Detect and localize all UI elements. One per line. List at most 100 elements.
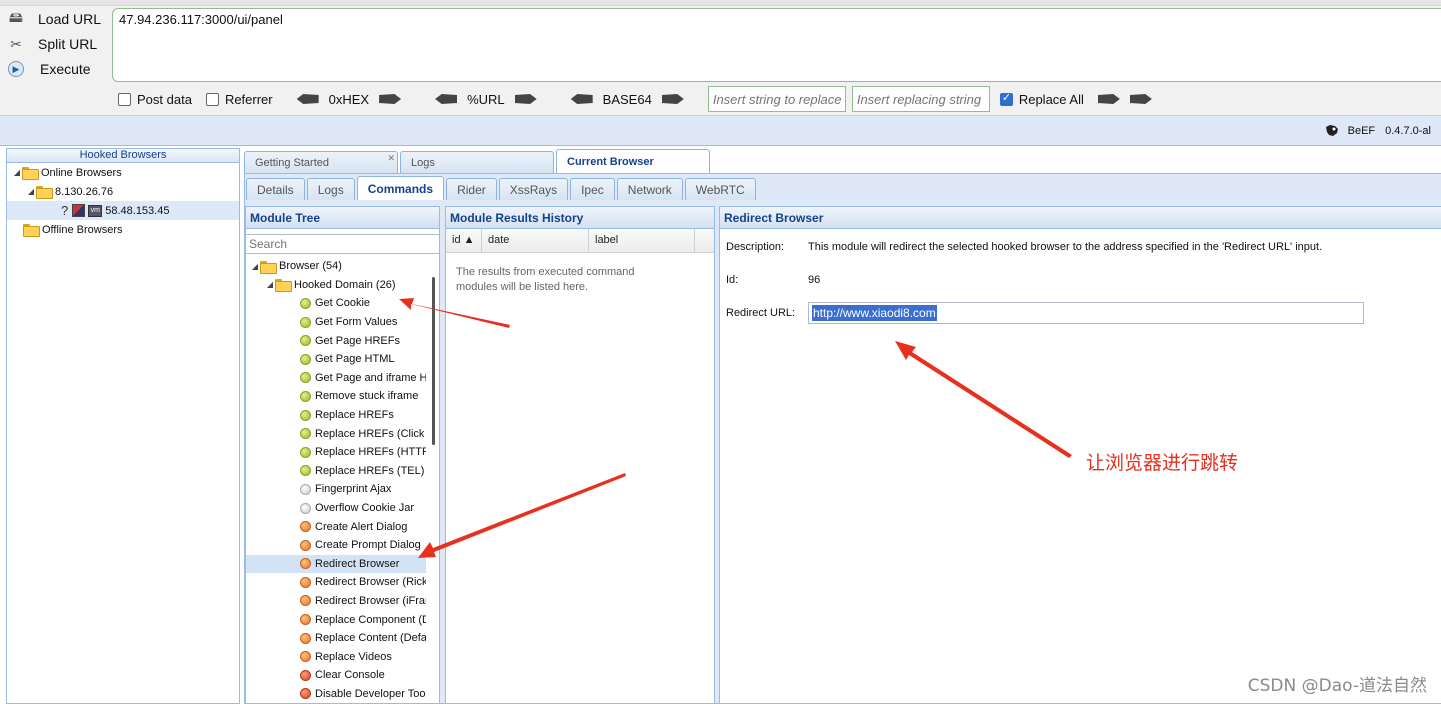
module-items: Get Cookie Get Form Values Get Page HREFs G… xyxy=(246,294,426,703)
tree-node-hooked-domain[interactable]: ◢ Hooked Domain (26) xyxy=(246,276,426,295)
module-item-label: Remove stuck iframe xyxy=(315,390,419,403)
replace-arrow-icon[interactable] xyxy=(1097,94,1120,104)
module-item[interactable]: Get Form Values xyxy=(246,313,426,332)
tab-getting-started[interactable]: Getting Started ✕ xyxy=(244,151,398,173)
green-status-dot-icon xyxy=(300,446,311,458)
orange-status-dot-icon xyxy=(300,539,311,551)
collapse-triangle-icon[interactable]: ◢ xyxy=(13,168,21,177)
tree-scrollbar[interactable] xyxy=(432,277,435,445)
column-date[interactable]: date xyxy=(482,229,589,252)
module-search-input[interactable] xyxy=(246,234,439,254)
load-url-button[interactable]: 🖴 Load URL xyxy=(6,8,101,30)
tab-label: Logs xyxy=(317,182,344,197)
tab-rider[interactable]: Rider xyxy=(446,178,497,200)
url-decode-arrow-icon[interactable] xyxy=(435,94,458,104)
referrer-checkbox[interactable]: Referrer xyxy=(205,91,273,107)
redirect-url-input[interactable]: http://www.xiaodi8.com xyxy=(808,302,1364,324)
tab-logs[interactable]: Logs xyxy=(400,151,554,173)
collapse-triangle-icon[interactable]: ◢ xyxy=(251,262,259,271)
redirect-url-row: Redirect URL: http://www.xiaodi8.com xyxy=(726,302,1364,324)
split-url-button[interactable]: ✂ Split URL xyxy=(6,33,97,55)
folder-icon xyxy=(36,186,53,199)
tree-host[interactable]: ◢ 8.130.26.76 xyxy=(7,182,239,201)
module-item-label: Get Cookie xyxy=(315,297,371,310)
tab-label: Details xyxy=(257,182,294,197)
column-label[interactable]: label xyxy=(589,229,695,252)
red-status-dot-icon xyxy=(300,688,311,700)
module-item[interactable]: Create Alert Dialog xyxy=(246,517,426,536)
module-item[interactable]: Create Prompt Dialog xyxy=(246,536,426,555)
split-url-label: Split URL xyxy=(38,36,98,52)
url-encoder: %URL xyxy=(425,92,547,107)
folder-icon xyxy=(23,224,40,237)
module-item[interactable]: Get Page HREFs xyxy=(246,331,426,350)
module-item[interactable]: Fingerprint Ajax xyxy=(246,480,426,499)
tab-label: Commands xyxy=(367,181,434,196)
replace-all-checkbox[interactable]: Replace All xyxy=(999,91,1084,107)
base64-encoder: BASE64 xyxy=(561,92,694,107)
post-data-checkbox[interactable]: Post data xyxy=(118,92,192,107)
hex-decode-arrow-icon[interactable] xyxy=(296,94,319,104)
tree-node-browser[interactable]: ◢ Browser (54) xyxy=(246,257,426,276)
module-item-label: Get Page HREFs xyxy=(315,334,400,347)
replacing-string-input[interactable] xyxy=(851,86,990,112)
module-item[interactable]: Replace Content (Deface) xyxy=(246,629,426,648)
tree-offline-browsers[interactable]: Offline Browsers xyxy=(7,220,239,239)
url-encode-label: %URL xyxy=(467,91,505,107)
replace-reverse-arrow-icon[interactable] xyxy=(1129,94,1152,104)
module-item[interactable]: Replace HREFs (Click Events) xyxy=(246,424,426,443)
module-item[interactable]: Replace Videos xyxy=(246,647,426,666)
module-item[interactable]: Get Page and iframe HTML xyxy=(246,369,426,388)
tab-label: Getting Started xyxy=(255,156,329,169)
module-item[interactable]: Redirect Browser (iFrame) xyxy=(246,592,426,611)
module-item[interactable]: Get Page HTML xyxy=(246,350,426,369)
execute-button[interactable]: ▶ Execute xyxy=(6,58,91,80)
tab-commands[interactable]: Commands xyxy=(356,176,445,200)
hooked-browsers-title: Hooked Browsers xyxy=(7,149,239,163)
module-item[interactable]: Overflow Cookie Jar xyxy=(246,499,426,518)
tree-hooked-browser[interactable]: ? vm 58.48.153.45 xyxy=(7,201,239,220)
hackbar-toolbar: 🖴 Load URL ✂ Split URL ▶ Execute 47.94.2… xyxy=(0,0,1441,116)
tab-webrtc[interactable]: WebRTC xyxy=(684,178,756,200)
module-item[interactable]: Replace Component (Deface) xyxy=(246,610,426,629)
module-item[interactable]: Disable Developer Tools xyxy=(246,685,426,704)
base64-encode-arrow-icon[interactable] xyxy=(661,94,684,104)
module-item[interactable]: Replace HREFs (HTTPS) xyxy=(246,443,426,462)
collapse-triangle-icon[interactable]: ◢ xyxy=(27,187,35,196)
redirect-url-label: Redirect URL: xyxy=(726,307,796,319)
tab-ipec[interactable]: Ipec xyxy=(570,178,615,200)
module-item[interactable]: Clear Console xyxy=(246,666,426,685)
close-icon[interactable]: ✕ xyxy=(387,153,395,164)
module-item-label: Redirect Browser xyxy=(315,557,400,570)
execute-icon: ▶ xyxy=(8,61,24,77)
collapse-triangle-icon[interactable]: ◢ xyxy=(266,280,274,289)
tab-details[interactable]: Details xyxy=(246,178,305,200)
tab-current-browser[interactable]: Current Browser xyxy=(556,149,710,173)
module-item[interactable]: Get Cookie xyxy=(246,294,426,313)
module-item[interactable]: Redirect Browser (Rickroll) xyxy=(246,573,426,592)
module-item-label: Disable Developer Tools xyxy=(315,687,426,700)
module-item[interactable]: Replace HREFs (TEL) xyxy=(246,462,426,481)
module-item-label: Redirect Browser (iFrame) xyxy=(315,594,426,607)
tab-label: Rider xyxy=(457,182,486,197)
url-encode-arrow-icon[interactable] xyxy=(514,94,537,104)
description-row: Description: This module will redirect t… xyxy=(726,241,1322,253)
column-id[interactable]: id ▲ xyxy=(446,229,482,252)
hex-encode-arrow-icon[interactable] xyxy=(379,94,402,104)
tree-online-browsers[interactable]: ◢ Online Browsers xyxy=(7,163,239,182)
insert-string-input[interactable] xyxy=(707,86,846,112)
orange-status-dot-icon xyxy=(300,632,311,644)
hooked-browser-ip: 58.48.153.45 xyxy=(105,204,170,217)
tab-sub-logs[interactable]: Logs xyxy=(306,178,355,200)
tab-network[interactable]: Network xyxy=(616,178,683,200)
module-item[interactable]: Redirect Browser xyxy=(246,554,426,574)
online-browsers-label: Online Browsers xyxy=(41,166,122,179)
module-item[interactable]: Replace HREFs xyxy=(246,406,426,425)
url-textarea[interactable]: 47.94.236.117:3000/ui/panel xyxy=(112,8,1441,82)
beef-name: BeEF xyxy=(1347,125,1376,137)
base64-decode-arrow-icon[interactable] xyxy=(570,94,593,104)
referrer-label: Referrer xyxy=(224,91,273,107)
tab-xssrays[interactable]: XssRays xyxy=(498,178,569,200)
green-status-dot-icon xyxy=(300,316,311,328)
module-item[interactable]: Remove stuck iframe xyxy=(246,387,426,406)
